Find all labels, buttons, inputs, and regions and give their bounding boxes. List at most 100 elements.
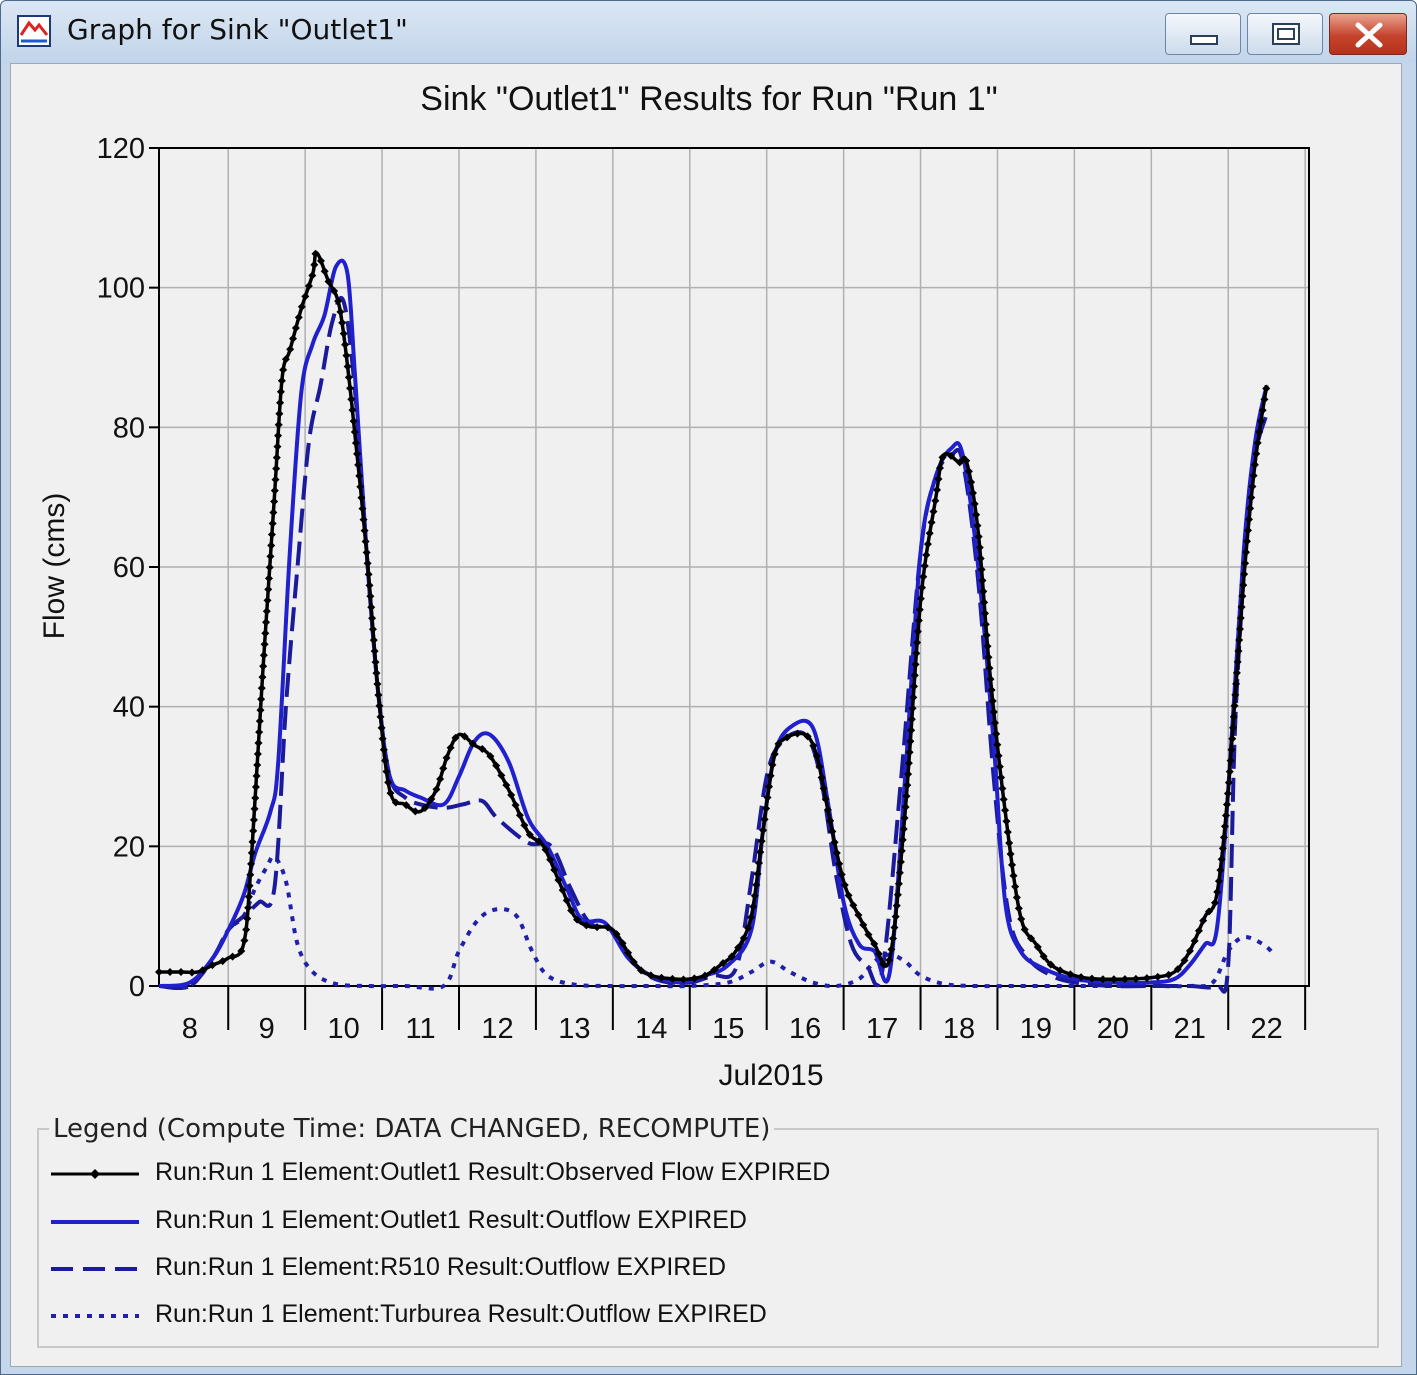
graph-window: Graph for Sink "Outlet1" Sink "Outlet1" … bbox=[0, 0, 1417, 1375]
x-tick-label: 18 bbox=[943, 1013, 975, 1045]
observed-flow-marker bbox=[265, 563, 274, 572]
maximize-button[interactable] bbox=[1247, 13, 1323, 55]
legend-swatch-solid bbox=[51, 1220, 139, 1224]
x-tick-label: 21 bbox=[1174, 1013, 1206, 1045]
observed-flow-marker bbox=[338, 318, 347, 327]
observed-flow-marker bbox=[371, 658, 380, 667]
observed-flow-marker bbox=[257, 695, 266, 704]
observed-flow-marker bbox=[1009, 871, 1018, 880]
observed-flow-marker bbox=[923, 540, 932, 549]
observed-flow-marker bbox=[927, 518, 936, 527]
observed-flow-marker bbox=[341, 340, 350, 349]
observed-flow-marker bbox=[364, 570, 373, 579]
observed-flow-marker bbox=[370, 647, 379, 656]
minimize-button[interactable] bbox=[1165, 13, 1241, 55]
observed-flow-marker bbox=[336, 307, 345, 316]
observed-flow-marker bbox=[255, 717, 264, 726]
observed-flow-marker bbox=[279, 365, 288, 374]
observed-flow-marker bbox=[276, 387, 285, 396]
observed-flow-marker bbox=[1006, 849, 1015, 858]
observed-flow-marker bbox=[251, 793, 260, 802]
close-button[interactable] bbox=[1329, 13, 1407, 55]
observed-flow-marker bbox=[439, 764, 448, 773]
observed-flow-marker bbox=[361, 537, 370, 546]
observed-flow-marker bbox=[368, 625, 377, 634]
observed-flow-marker bbox=[262, 607, 271, 616]
observed-flow-marker bbox=[267, 530, 276, 539]
legend-label: Run:Run 1 Element:Outlet1 Result:Outflow… bbox=[155, 1206, 747, 1234]
observed-flow-marker bbox=[999, 795, 1008, 804]
observed-flow-marker bbox=[1225, 767, 1234, 776]
observed-flow-marker bbox=[1017, 915, 1026, 924]
observed-flow-marker bbox=[259, 662, 268, 671]
observed-flow-marker bbox=[264, 585, 273, 594]
observed-flow-marker bbox=[1222, 800, 1231, 809]
observed-flow-marker bbox=[346, 384, 355, 393]
observed-flow-marker bbox=[273, 442, 282, 451]
observed-flow-marker bbox=[242, 925, 251, 934]
observed-flow-marker bbox=[922, 550, 931, 559]
observed-flow-marker bbox=[155, 968, 163, 976]
observed-flow-marker bbox=[920, 561, 929, 570]
x-tick-label: 13 bbox=[558, 1013, 590, 1045]
observed-flow-marker bbox=[253, 750, 262, 759]
observed-flow-marker bbox=[251, 782, 260, 791]
y-tick-label: 40 bbox=[113, 692, 145, 724]
observed-flow-marker bbox=[365, 581, 374, 590]
observed-flow-marker bbox=[291, 323, 300, 332]
observed-flow-marker bbox=[249, 826, 258, 835]
window-title: Graph for Sink "Outlet1" bbox=[67, 13, 408, 46]
x-tick-label: 9 bbox=[259, 1013, 275, 1045]
observed-flow-marker bbox=[376, 712, 385, 721]
observed-flow-marker bbox=[373, 680, 382, 689]
observed-flow-marker bbox=[1001, 806, 1010, 815]
title-bar[interactable]: Graph for Sink "Outlet1" bbox=[1, 1, 1416, 63]
observed-flow-marker bbox=[368, 614, 377, 623]
observed-flow-marker bbox=[366, 592, 375, 601]
observed-flow-marker bbox=[249, 815, 258, 824]
observed-flow-marker bbox=[1223, 789, 1232, 798]
observed-flow-marker bbox=[1011, 882, 1020, 891]
observed-flow-marker bbox=[436, 774, 445, 783]
y-tick-label: 120 bbox=[97, 133, 145, 165]
x-tick-label: 12 bbox=[481, 1013, 513, 1045]
observed-flow-marker bbox=[363, 559, 372, 568]
observed-flow-marker bbox=[254, 739, 263, 748]
observed-flow-marker bbox=[1014, 904, 1023, 913]
observed-flow-marker bbox=[228, 952, 237, 961]
observed-flow-marker bbox=[889, 934, 898, 943]
observed-flow-marker bbox=[275, 409, 284, 418]
observed-flow-marker bbox=[274, 431, 283, 440]
observed-flow-marker bbox=[360, 526, 369, 535]
y-tick-label: 20 bbox=[113, 831, 145, 863]
observed-flow-marker bbox=[263, 596, 272, 605]
legend-title: Legend (Compute Time: DATA CHANGED, RECO… bbox=[49, 1114, 775, 1144]
observed-flow-marker bbox=[1153, 972, 1162, 981]
legend-swatch-dotted bbox=[51, 1314, 139, 1318]
observed-flow-marker bbox=[1012, 893, 1021, 902]
observed-flow-marker bbox=[262, 618, 271, 627]
observed-flow-marker bbox=[372, 669, 381, 678]
legend-label: Run:Run 1 Element:Outlet1 Result:Observe… bbox=[155, 1158, 831, 1186]
observed-flow-marker bbox=[310, 260, 319, 269]
flow-chart: Sink "Outlet1" Results for Run "Run 1" 0… bbox=[38, 80, 1310, 1092]
y-tick-label: 60 bbox=[113, 552, 145, 584]
observed-flow-marker bbox=[890, 923, 899, 932]
x-axis-label: Jul2015 bbox=[718, 1059, 823, 1092]
observed-flow-marker bbox=[342, 351, 351, 360]
observed-flow-marker bbox=[252, 771, 261, 780]
observed-flow-marker bbox=[268, 519, 277, 528]
observed-flow-marker bbox=[374, 690, 383, 699]
observed-flow-marker bbox=[264, 574, 273, 583]
observed-flow-marker bbox=[925, 529, 934, 538]
series-line-3 bbox=[158, 296, 1269, 994]
observed-flow-marker bbox=[177, 968, 185, 976]
observed-flow-marker bbox=[289, 334, 298, 343]
observed-flow-marker bbox=[1002, 817, 1011, 826]
observed-flow-marker bbox=[308, 271, 317, 280]
x-tick-label: 14 bbox=[635, 1013, 667, 1045]
observed-flow-marker bbox=[1008, 860, 1017, 869]
observed-flow-marker bbox=[255, 728, 264, 737]
x-tick-label: 15 bbox=[712, 1013, 744, 1045]
minimize-icon bbox=[1190, 35, 1218, 45]
